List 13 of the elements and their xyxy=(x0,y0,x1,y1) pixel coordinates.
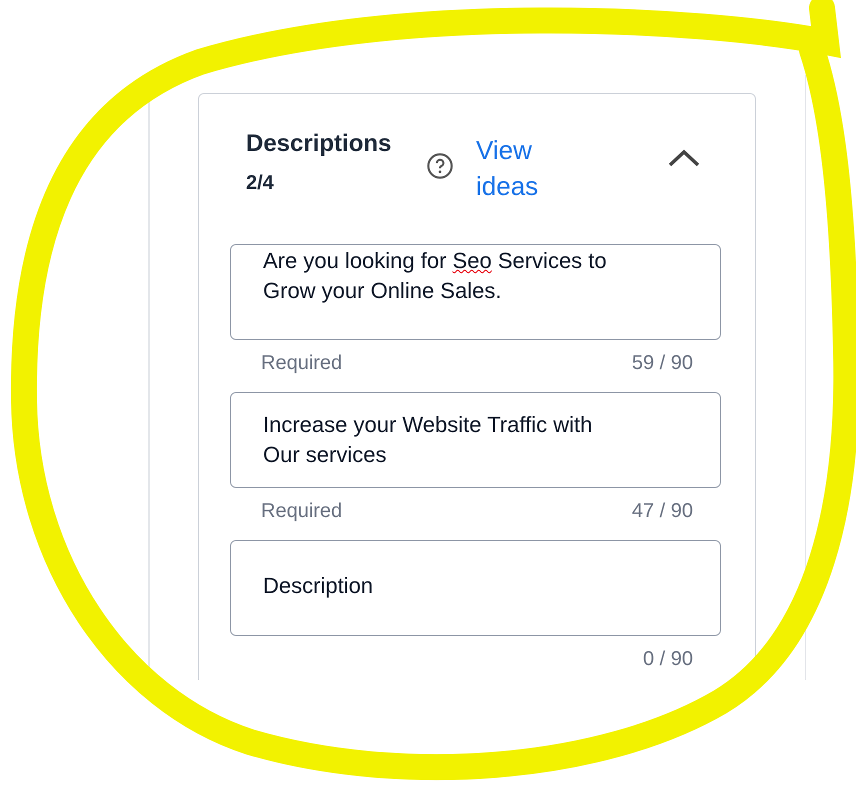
description-field[interactable]: Are you looking for Seo Services to Grow your Online Sales. xyxy=(230,244,721,340)
description-field[interactable]: Description xyxy=(230,540,721,636)
collapse-chevron-icon[interactable] xyxy=(667,148,701,168)
helper-text: Required xyxy=(261,499,342,524)
help-icon[interactable] xyxy=(426,152,454,180)
character-counter: 59 / 90 xyxy=(632,351,693,376)
character-counter: 0 / 90 xyxy=(642,647,693,672)
section-title: Descriptions xyxy=(246,129,392,159)
view-ideas-link[interactable]: View ideas xyxy=(476,132,556,204)
helper-text: Required xyxy=(261,351,342,376)
description-count: 2/4 xyxy=(246,171,275,196)
description-field[interactable]: Increase your Website Traffic with Our services xyxy=(230,392,721,488)
character-counter: 47 / 90 xyxy=(632,499,693,524)
